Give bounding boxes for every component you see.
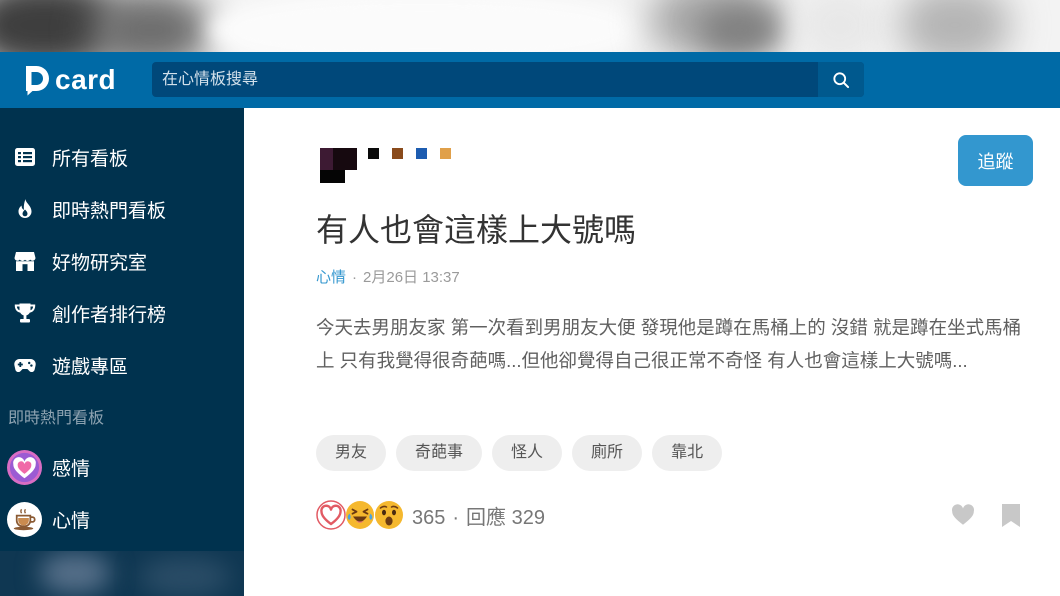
redacted-block	[320, 148, 333, 170]
sidebar-item-games[interactable]: 遊戲專區	[0, 339, 244, 391]
redacted-block	[368, 148, 379, 159]
sidebar-section-title: 即時熱門看板	[8, 410, 105, 427]
bookmark-icon[interactable]	[1001, 503, 1021, 528]
dcard-logo[interactable]: card	[24, 62, 116, 98]
blur-blob	[140, 557, 230, 596]
blur-blob	[800, 0, 880, 52]
search-bar	[152, 62, 864, 97]
tag-chip[interactable]: 男友	[316, 435, 387, 471]
coffee-board-avatar-icon	[7, 501, 42, 537]
dcard-logo-mark-icon	[26, 65, 49, 95]
logo-wordmark: card	[55, 64, 117, 95]
sidebar-item-label: 好物研究室	[52, 252, 148, 274]
sidebar-item-label: 即時熱門看板	[52, 200, 167, 222]
redacted-block	[320, 170, 345, 183]
stats-text: 365 · 回應 329	[412, 501, 545, 530]
sidebar-board-mood[interactable]: 心情	[0, 493, 244, 545]
post-tags: 男友 奇葩事 怪人 廁所 靠北	[316, 435, 732, 471]
surprised-reaction-icon	[375, 501, 403, 529]
tag-chip[interactable]: 廁所	[572, 435, 643, 471]
reply-label: 回應	[466, 506, 507, 529]
excerpt-line: 今天去男朋友家 第一次看到男朋友大便 發現他是蹲在馬桶上的 沒錯 就是蹲在坐式馬…	[316, 317, 1022, 338]
sidebar-board-label: 心情	[52, 510, 91, 532]
sidebar-item-goods-lab[interactable]: 好物研究室	[0, 235, 244, 287]
redacted-block	[392, 148, 403, 159]
post-title[interactable]: 有人也會這樣上大號嗎	[316, 211, 636, 249]
reaction-icons	[316, 500, 403, 530]
main-content: 追蹤 有人也會這樣上大號嗎 心情 · 2月26日 13:37 今天去男朋友家 第一次…	[244, 108, 1060, 596]
blur-blob	[210, 0, 640, 52]
post-excerpt: 今天去男朋友家 第一次看到男朋友大便 發現他是蹲在馬桶上的 沒錯 就是蹲在坐式馬…	[316, 311, 1056, 377]
tag-chip[interactable]: 怪人	[492, 435, 563, 471]
sidebar-item-label: 遊戲專區	[52, 356, 129, 378]
redacted-block	[416, 148, 427, 159]
redacted-block	[333, 148, 357, 170]
blurred-background-bottom	[0, 551, 244, 596]
blur-blob	[90, 0, 210, 52]
reaction-count: 365	[412, 506, 446, 529]
sidebar-item-trending-boards[interactable]: 即時熱門看板	[0, 183, 244, 235]
post-board-link[interactable]: 心情	[316, 269, 346, 286]
heart-board-avatar-icon	[7, 449, 42, 485]
list-icon	[15, 148, 35, 166]
sidebar-item-all-boards[interactable]: 所有看板	[0, 131, 244, 183]
sidebar-item-creator-ranking[interactable]: 創作者排行榜	[0, 287, 244, 339]
sidebar-item-label: 所有看板	[52, 148, 129, 170]
blur-blob	[40, 553, 110, 593]
follow-button[interactable]: 追蹤	[958, 135, 1033, 186]
excerpt-line: 上 只有我覺得很奇葩嗎...但他卻覺得自己很正常不奇怪 有人也會這樣上大號嗎..…	[316, 350, 968, 371]
sidebar-board-relationship[interactable]: 感情	[0, 441, 244, 493]
heart-reaction-icon	[316, 500, 346, 530]
trophy-icon	[14, 303, 36, 323]
author-redacted	[320, 148, 460, 184]
store-icon	[14, 252, 36, 271]
blur-blob	[700, 5, 780, 52]
top-navbar: card	[0, 52, 1060, 108]
heart-icon[interactable]	[950, 502, 976, 528]
tag-chip[interactable]: 靠北	[652, 435, 723, 471]
blurred-background-top	[0, 0, 1060, 52]
search-button[interactable]	[818, 62, 864, 97]
search-icon	[833, 71, 850, 88]
reply-count: 329	[511, 506, 545, 529]
redacted-block	[440, 148, 451, 159]
search-input[interactable]	[152, 62, 818, 97]
post-date: 2月26日 13:37	[363, 269, 460, 286]
sidebar: 所有看板 即時熱門看板 好物研究室 創作者排行榜 遊戲專區 即時熱門看板 感情 …	[0, 108, 244, 551]
sidebar-board-label: 感情	[52, 458, 91, 480]
post-stats: 365 · 回應 329	[316, 499, 545, 531]
blur-blob	[900, 0, 1010, 52]
stats-separator: ·	[452, 506, 460, 529]
tag-chip[interactable]: 奇葩事	[396, 435, 483, 471]
post-meta: 心情 · 2月26日 13:37	[316, 268, 460, 288]
sidebar-item-label: 創作者排行榜	[52, 304, 167, 326]
fire-icon	[18, 199, 32, 218]
laugh-reaction-icon	[346, 501, 374, 529]
meta-separator: ·	[352, 269, 358, 286]
gamepad-icon	[14, 358, 36, 373]
